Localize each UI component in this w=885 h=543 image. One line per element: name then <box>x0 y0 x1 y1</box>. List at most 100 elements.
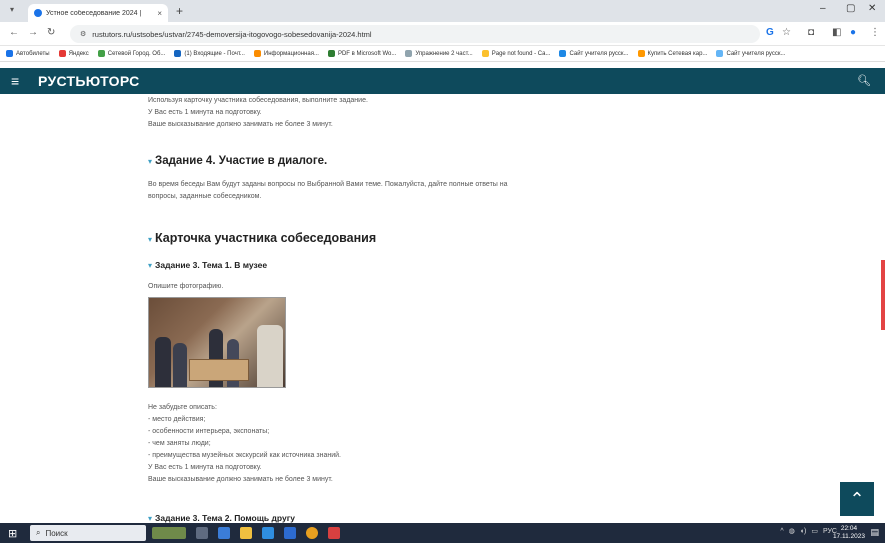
browser-tab-active[interactable]: Устное собеседование 2024 | × <box>28 4 168 22</box>
bookmark-favicon-icon <box>58 50 66 57</box>
remember-line: Не забудьте описать: <box>148 404 217 411</box>
app-icon[interactable] <box>218 527 230 539</box>
bullet-icon: ▾ <box>148 235 153 244</box>
scroll-to-top-button[interactable]: ⌃ <box>840 482 874 516</box>
bookmark-item[interactable]: Page not found - Ca... <box>481 50 551 57</box>
bookmark-label: Сайт учителя русск... <box>726 50 786 57</box>
bookmark-label: Сетевой Город. Об... <box>107 50 166 57</box>
card-heading-row: ▾ Карточка участника собеседования <box>148 229 748 247</box>
task4-heading: Задание 4. Участие в диалоге. <box>155 155 328 167</box>
tray-expand-icon[interactable]: ^ <box>780 528 783 535</box>
bookmark-favicon-icon <box>97 50 105 57</box>
bookmark-item[interactable]: (1) Входящие - Почт... <box>174 50 245 57</box>
sidepanel-icon[interactable]: ◧ <box>832 27 841 38</box>
bookmark-item[interactable]: Автобилеты <box>6 50 50 57</box>
edge-icon[interactable] <box>262 527 274 539</box>
site-logo[interactable]: РУСТЬЮТОРС <box>38 73 140 89</box>
bookmark-item[interactable]: Информационная... <box>253 50 319 57</box>
bookmark-favicon-icon <box>6 50 13 57</box>
bookmark-label: Купить Сетевая кар... <box>647 50 708 57</box>
forward-icon[interactable]: → <box>28 27 38 38</box>
bookmark-star-icon[interactable]: ☆ <box>782 27 791 38</box>
os-taskbar: ⊞ ⌕ Поиск ^ ◍ ◖) ▭ РУС 22:04 17.11.2023 … <box>0 523 885 543</box>
tab-close-icon[interactable]: × <box>157 9 162 18</box>
clock-time: 22:04 <box>840 525 858 532</box>
network-icon[interactable]: ◍ <box>789 527 795 535</box>
bookmark-favicon-icon <box>253 50 261 57</box>
bookmark-label: Информационная... <box>263 50 319 57</box>
clock-date: 17.11.2023 <box>832 533 865 540</box>
intro-line: У Вас есть 1 минута на подготовку. <box>148 109 262 116</box>
bookmark-label: Page not found - Ca... <box>491 50 551 57</box>
bookmark-item[interactable]: Упражнение 2 част... <box>405 50 473 57</box>
taskbar-search-placeholder: Поиск <box>45 528 68 538</box>
bookmarks-bar: Автобилеты Яндекс Сетевой Город. Об... (1) … <box>0 46 885 62</box>
menu-icon[interactable]: ≡ <box>11 73 19 89</box>
bullet-icon: ▾ <box>148 261 153 270</box>
translate-icon[interactable]: G <box>766 27 774 38</box>
maximize-icon[interactable]: ▢ <box>846 3 855 14</box>
search-icon[interactable]: 🔍︎ <box>857 74 871 87</box>
remember-line: - преимущества музейных экскурсий как ис… <box>148 452 341 459</box>
reload-icon[interactable]: ↻ <box>47 27 55 38</box>
file-explorer-icon[interactable] <box>240 527 252 539</box>
article-content: Используя карточку участника собеседован… <box>148 94 748 523</box>
clock[interactable]: 22:04 17.11.2023 <box>833 525 865 541</box>
bullet-icon: ▾ <box>148 514 153 523</box>
theme2-heading: Задание 3. Тема 2. Помощь другу <box>155 513 295 523</box>
remember-line: Ваше высказывание должно занимать не бол… <box>148 476 333 483</box>
chrome-icon[interactable] <box>306 527 318 539</box>
bookmark-favicon-icon <box>481 50 489 57</box>
volume-icon[interactable]: ◖) <box>800 528 807 535</box>
weather-widget-icon[interactable] <box>152 527 186 539</box>
app-icon[interactable] <box>328 527 340 539</box>
bullet-icon: ▾ <box>148 157 153 166</box>
address-input[interactable]: ⚙ rustutors.ru/ustsobes/ustvar/2745-demo… <box>70 25 760 43</box>
store-icon[interactable] <box>284 527 296 539</box>
bookmark-item[interactable]: Яндекс <box>58 50 89 57</box>
bookmark-label: PDF в Microsoft Wo... <box>337 50 397 57</box>
bookmark-label: Автобилеты <box>16 50 50 57</box>
bookmark-label: Упражнение 2 част... <box>415 50 473 57</box>
keyboard-icon[interactable]: ▭ <box>811 527 818 535</box>
extensions-icon[interactable]: ◘ <box>808 27 814 38</box>
bookmark-item[interactable]: Сетевой Город. Об... <box>97 50 166 57</box>
bookmark-label: (1) Входящие - Почт... <box>184 50 245 57</box>
bookmark-favicon-icon <box>637 50 645 57</box>
notifications-icon[interactable]: ▤ <box>870 527 879 538</box>
bookmark-favicon-icon <box>174 50 182 57</box>
remember-line: - место действия; <box>148 416 206 423</box>
search-icon: ⌕ <box>36 528 41 537</box>
task4-text: Во время беседы Вам будут заданы вопросы… <box>148 181 508 188</box>
remember-line: - особенности интерьера, экспонаты; <box>148 428 270 435</box>
bookmark-item[interactable]: Сайт учителя русск... <box>559 50 629 57</box>
bookmark-favicon-icon <box>405 50 413 57</box>
bookmark-favicon-icon <box>559 50 567 57</box>
browser-menu-icon[interactable]: ⋮ <box>870 27 880 38</box>
scroll-indicator[interactable] <box>881 260 885 330</box>
theme1-heading-row: ▾ Задание 3. Тема 1. В музее <box>148 255 748 273</box>
tab-search-icon[interactable]: ▾ <box>10 5 14 14</box>
site-info-icon[interactable]: ⚙ <box>80 30 86 38</box>
system-tray: ^ ◍ ◖) ▭ РУС <box>780 527 837 536</box>
intro-line: Используя карточку участника собеседован… <box>148 97 368 104</box>
browser-tabstrip: ▾ Устное собеседование 2024 | × + – ▢ ✕ <box>0 0 885 22</box>
card-heading: Карточка участника собеседования <box>155 231 377 245</box>
taskbar-search-input[interactable]: ⌕ Поиск <box>30 525 146 541</box>
minimize-icon[interactable]: – <box>820 3 826 14</box>
describe-photo-text: Опишите фотографию. <box>148 283 224 290</box>
back-icon[interactable]: ← <box>9 27 19 38</box>
bookmark-favicon-icon <box>327 50 335 57</box>
remember-line: - чем заняты люди; <box>148 440 211 447</box>
bookmark-label: Яндекс <box>68 50 89 57</box>
site-favicon-icon <box>34 9 42 17</box>
bookmark-item[interactable]: Купить Сетевая кар... <box>637 50 708 57</box>
profile-icon[interactable]: ● <box>850 27 856 38</box>
windows-start-icon[interactable]: ⊞ <box>8 527 17 540</box>
new-tab-button[interactable]: + <box>176 4 183 18</box>
close-window-icon[interactable]: ✕ <box>868 3 876 14</box>
address-text: rustutors.ru/ustsobes/ustvar/2745-demove… <box>92 29 372 39</box>
bookmark-item[interactable]: Сайт учителя русск... <box>716 50 785 57</box>
task-view-icon[interactable] <box>196 527 208 539</box>
bookmark-item[interactable]: PDF в Microsoft Wo... <box>327 50 397 57</box>
